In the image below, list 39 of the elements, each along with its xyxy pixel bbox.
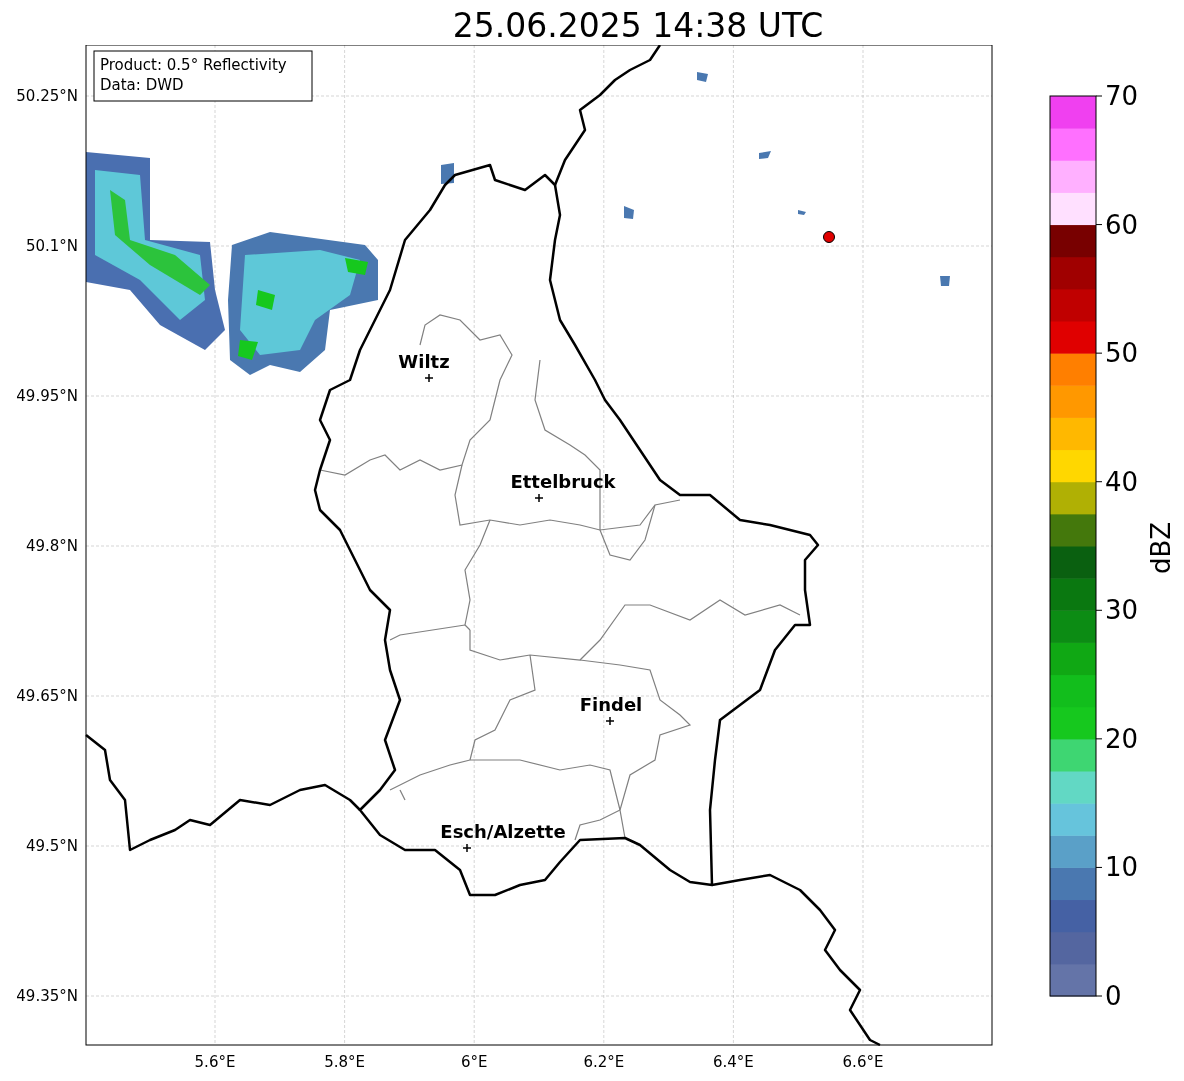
radar-echo: [624, 206, 634, 219]
city-label: Wiltz: [398, 351, 450, 372]
latitude-label: 49.35°N: [16, 987, 78, 1005]
latitude-label: 49.8°N: [25, 537, 78, 555]
city-label: Esch/Alzette: [440, 821, 566, 842]
info-text: Product: 0.5° Reflectivity: [100, 56, 287, 74]
chart-title: 25.06.2025 14:38 UTC: [451, 5, 825, 45]
info-text: Data: DWD: [100, 76, 184, 94]
colorbar-tick-label: 40: [1105, 466, 1139, 497]
radar-echo: [759, 151, 771, 159]
colorbar-tick-label: 10: [1105, 852, 1139, 883]
city-marker-icon: [424, 373, 434, 383]
latitude-label: 50.25°N: [16, 87, 78, 105]
latitude-label: 50.1°N: [25, 237, 78, 255]
colorbar-tick-label: 60: [1105, 209, 1139, 240]
longitude-label: 5.6°E: [194, 1053, 236, 1071]
city-marker-icon: [462, 843, 472, 853]
colorbar-label: dBZ: [1146, 521, 1176, 575]
radar-echo: [940, 276, 950, 286]
longitude-label: 6°E: [460, 1053, 488, 1071]
colorbar-tick-label: 70: [1105, 81, 1139, 111]
longitude-label: 6.4°E: [713, 1053, 754, 1071]
radar-site-marker: [823, 231, 835, 243]
colorbar-tick-label: 0: [1105, 981, 1122, 1011]
city-marker-icon: [534, 493, 544, 503]
longitude-label: 6.2°E: [583, 1053, 625, 1071]
colorbar-tick-label: 50: [1105, 338, 1139, 369]
longitude-label: 6.6°E: [842, 1053, 884, 1071]
colorbar-tick-label: 20: [1105, 723, 1139, 754]
city-label: Findel: [579, 694, 643, 715]
city-label: Ettelbruck: [510, 471, 616, 492]
radar-echo: [798, 210, 806, 215]
radar-echo: [697, 72, 708, 82]
latitude-label: 49.95°N: [16, 387, 78, 405]
latitude-label: 49.5°N: [25, 837, 78, 855]
colorbar-tick-label: 30: [1105, 595, 1139, 626]
city-marker-icon: [605, 716, 615, 726]
longitude-label: 5.8°E: [324, 1053, 365, 1071]
latitude-label: 49.65°N: [16, 687, 78, 705]
